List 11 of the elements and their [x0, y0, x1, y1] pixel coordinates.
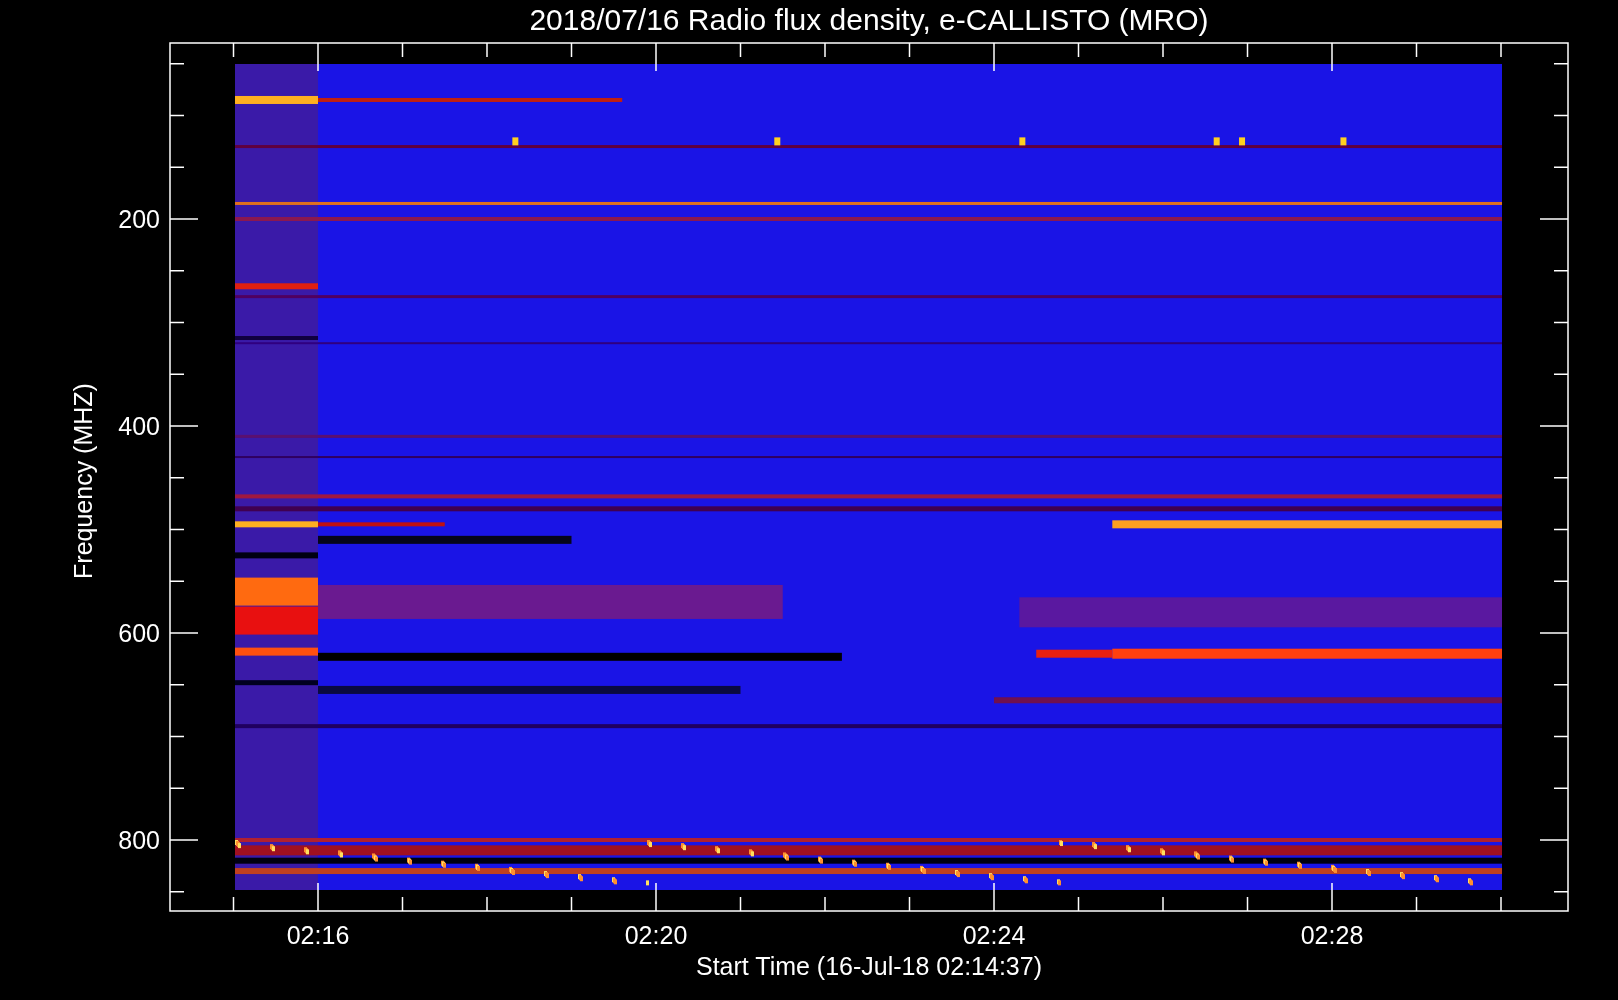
tick-label: 02:28: [1300, 921, 1364, 949]
tick-label: 800: [118, 826, 160, 854]
chart-title: 2018/07/16 Radio flux density, e-CALLISTO (MRO): [529, 3, 1209, 36]
axis-label: Frequency (MHZ): [69, 383, 97, 579]
axis-label: Start Time (16-Jul-18 02:14:37): [696, 952, 1042, 980]
tick-label: 400: [118, 412, 160, 440]
tick-label: 600: [118, 619, 160, 647]
tick-label: 02:24: [962, 921, 1026, 949]
tick-label: 02:16: [286, 921, 350, 949]
tick-label: 200: [118, 205, 160, 233]
tick-label: 02:20: [624, 921, 688, 949]
